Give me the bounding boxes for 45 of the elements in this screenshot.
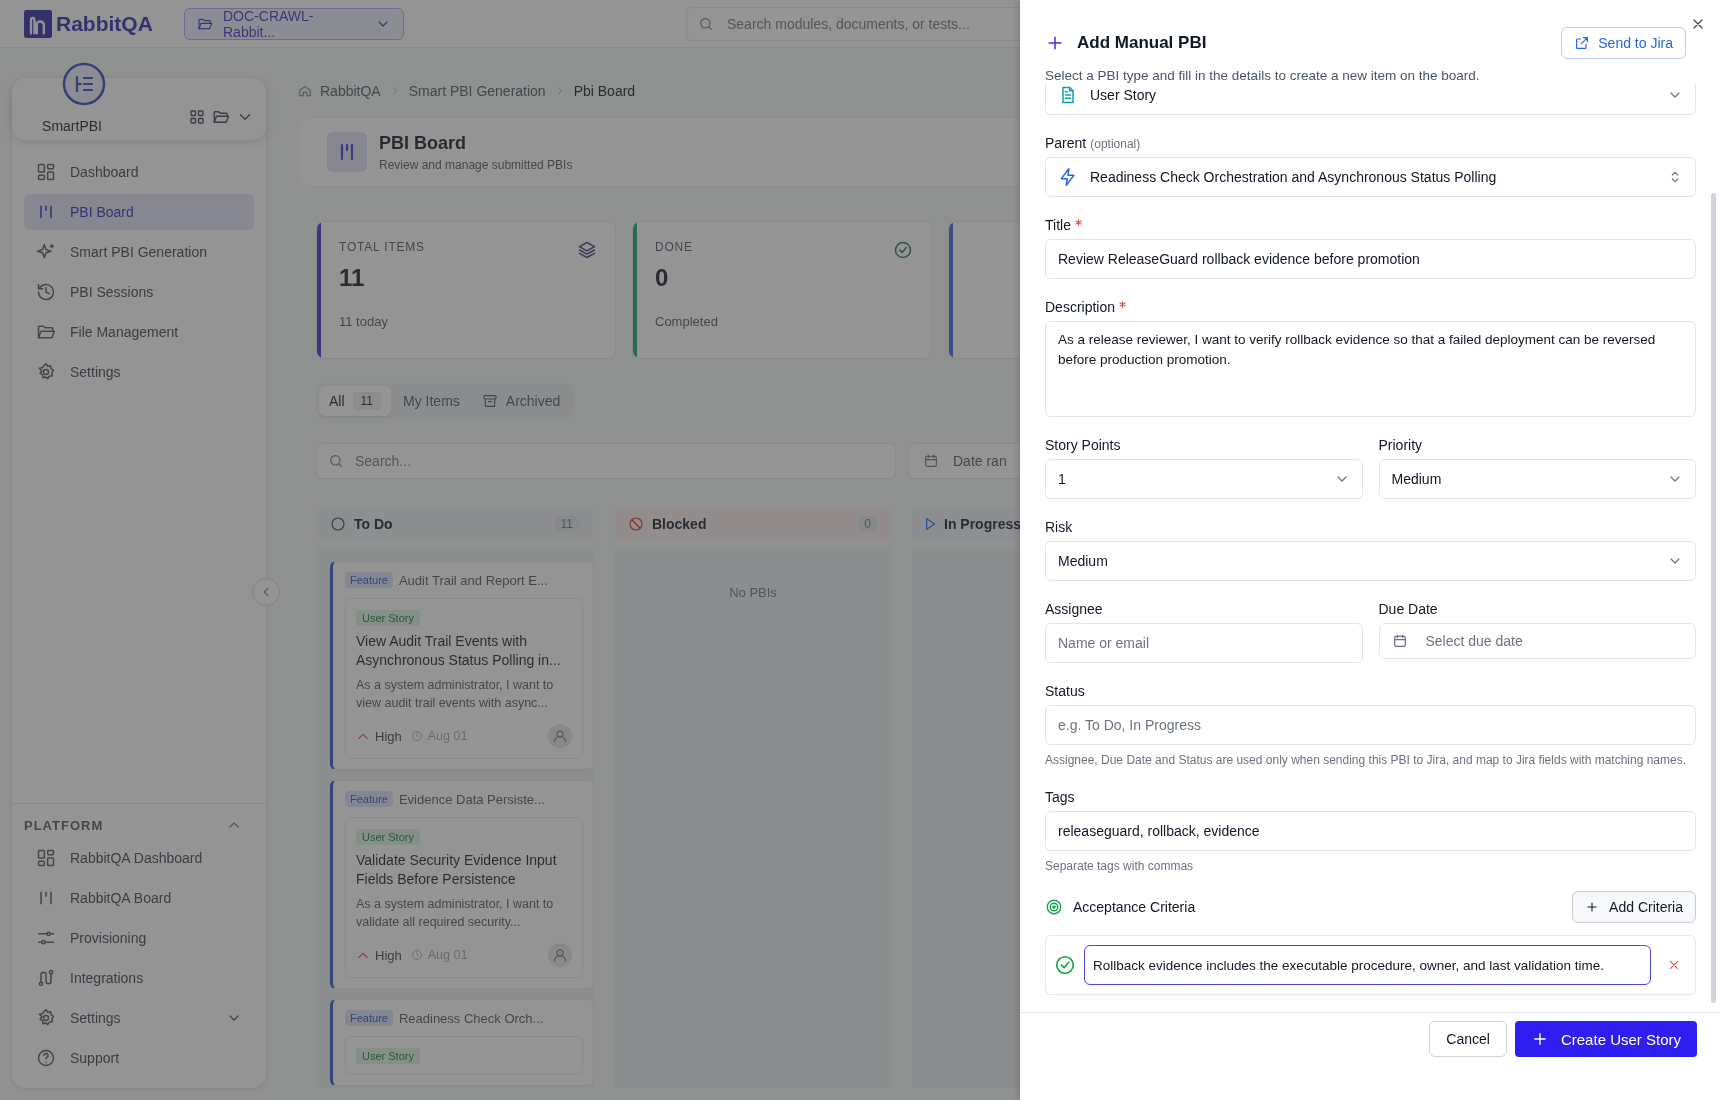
stat-value: 0 <box>655 264 670 292</box>
stat-note: Completed <box>655 314 719 329</box>
stat-label: TOTAL ITEMS <box>339 240 425 256</box>
field-label: Priority <box>1378 437 1423 453</box>
app-logo: RabbitQA <box>56 11 153 36</box>
panel-subtitle: Select a PBI type and fill in the details to create a new item on the board. <box>1044 67 1481 83</box>
column-title: To Do <box>354 516 394 532</box>
type-tag: User Story <box>356 1048 420 1064</box>
stat-value: 11 <box>339 264 366 292</box>
priority-label: High <box>375 947 402 963</box>
parent-name: Readiness Check Orch... <box>398 1010 544 1026</box>
card-description: As a system administrator, I want to validate all required security... <box>356 896 555 931</box>
column-title: Blocked <box>652 516 708 532</box>
field-label: Status <box>1045 683 1085 699</box>
field-label: Assignee <box>1045 601 1103 617</box>
feature-tag: Feature <box>345 572 393 588</box>
field-label: Due Date <box>1378 601 1438 617</box>
type-tag: User Story <box>356 829 420 845</box>
page-title: PBI Board <box>379 132 467 154</box>
priority-label: High <box>375 728 402 744</box>
card-title: Validate Security Evidence Input Fields Before Persistence <box>356 851 558 889</box>
section-title: PLATFORM <box>24 817 104 833</box>
card-description: As a system administrator, I want to view audit trail events with async... <box>356 677 555 712</box>
feature-tag: Feature <box>345 1010 393 1026</box>
help-text: Assignee, Due Date and Status are used only when sending this PBI to Jira, and map to Jira fields with matching names. <box>1045 752 1687 769</box>
stat-note: 11 today <box>339 314 389 329</box>
column-title: In Progress <box>944 516 1020 532</box>
field-label: Risk <box>1045 519 1073 535</box>
type-tag: User Story <box>356 610 420 626</box>
parent-name: Evidence Data Persiste... <box>398 791 545 807</box>
optional-hint: (optional) <box>1090 137 1141 151</box>
field-label: Parent <box>1045 135 1087 151</box>
field-label: Story Points <box>1045 437 1121 453</box>
help-text: Separate tags with commas <box>1045 858 1195 875</box>
app-name: SmartPBI <box>41 118 103 134</box>
stat-label: DONE <box>655 240 693 256</box>
page-subtitle: Review and manage submitted PBIs <box>379 157 573 172</box>
field-label: Description <box>1045 299 1116 315</box>
feature-tag: Feature <box>345 791 393 807</box>
empty-message: No PBIs <box>728 585 778 600</box>
field-label: Title <box>1045 217 1071 233</box>
field-label: Tags <box>1045 789 1075 805</box>
parent-name: Audit Trail and Report E... <box>398 572 548 588</box>
section-title: Acceptance Criteria <box>1073 899 1196 915</box>
card-title: View Audit Trail Events with Asynchronous Status Polling in... <box>356 632 562 670</box>
